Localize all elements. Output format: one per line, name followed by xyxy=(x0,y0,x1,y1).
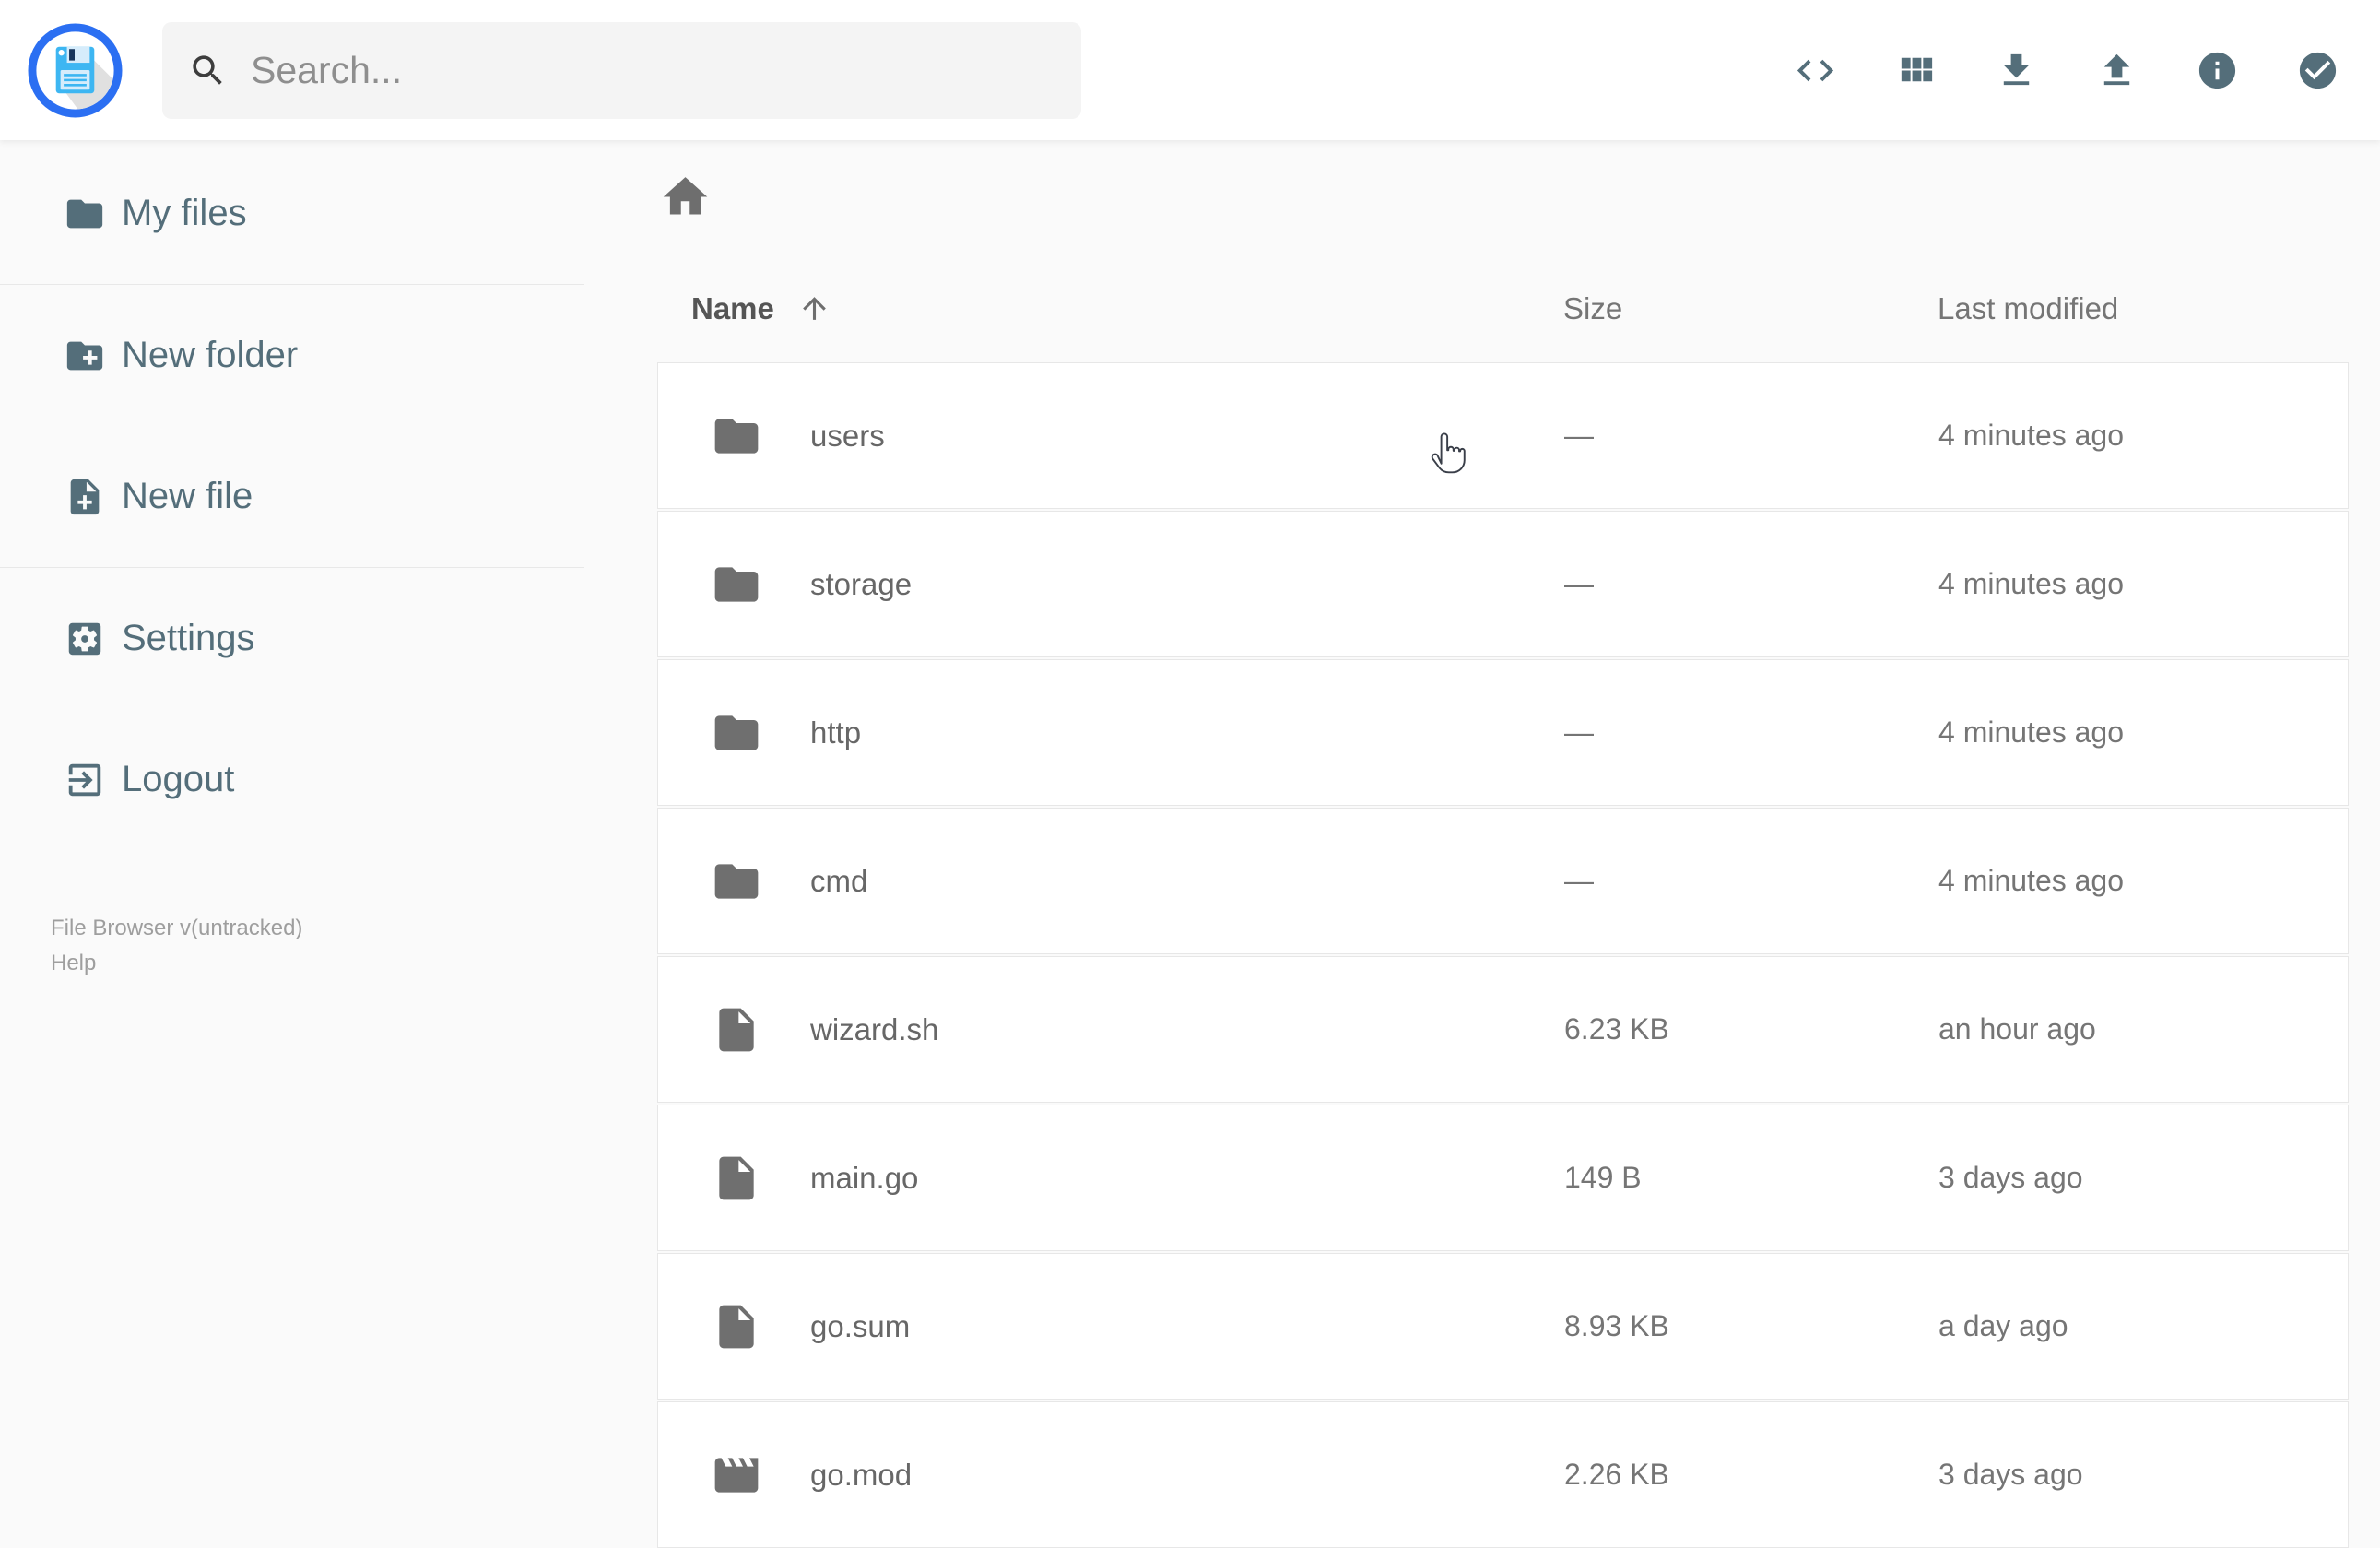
top-bar xyxy=(0,0,2380,140)
folder-icon xyxy=(711,856,762,907)
floppy-disk-logo[interactable] xyxy=(28,22,123,118)
row-size: — xyxy=(1564,419,1594,452)
info-icon[interactable] xyxy=(2196,49,2239,92)
sidebar-item-label: My files xyxy=(122,193,247,233)
home-icon[interactable] xyxy=(659,171,712,223)
folder-icon xyxy=(64,193,106,235)
row-name: storage xyxy=(810,566,913,601)
row-name: go.sum xyxy=(810,1308,911,1343)
folder-icon xyxy=(711,707,762,759)
code-icon[interactable] xyxy=(1794,49,1837,92)
grid-view-icon[interactable] xyxy=(1894,49,1938,92)
row-size: — xyxy=(1564,864,1594,897)
app-version-text: File Browser v(untracked) xyxy=(51,916,303,940)
row-name: users xyxy=(810,418,885,453)
new-folder-icon xyxy=(64,335,106,377)
row-modified: a day ago xyxy=(1938,1309,2068,1342)
table-row[interactable]: go.mod 2.26 KB 3 days ago xyxy=(657,1401,2349,1548)
row-size: — xyxy=(1564,715,1594,749)
table-row[interactable]: cmd — 4 minutes ago xyxy=(657,808,2349,954)
sidebar-item-label: New file xyxy=(122,476,253,516)
settings-icon xyxy=(64,618,106,660)
column-header-name[interactable]: Name xyxy=(657,291,1563,326)
sidebar-item-label: Settings xyxy=(122,618,255,658)
sidebar-item-new-folder[interactable]: New folder xyxy=(0,285,584,426)
folder-icon xyxy=(711,410,762,462)
breadcrumb xyxy=(657,140,2349,254)
row-name: wizard.sh xyxy=(810,1011,939,1046)
folder-icon xyxy=(711,559,762,610)
sidebar-item-new-file[interactable]: New file xyxy=(0,426,584,567)
table-row[interactable]: main.go 149 B 3 days ago xyxy=(657,1105,2349,1251)
toolbar xyxy=(1794,49,2339,92)
row-size: 6.23 KB xyxy=(1564,1012,1669,1046)
row-modified: 4 minutes ago xyxy=(1938,567,2125,600)
sidebar-item-settings[interactable]: Settings xyxy=(0,568,584,709)
listing-header: Name Size Last modified xyxy=(657,254,2349,362)
row-name: main.go xyxy=(810,1160,919,1195)
sidebar-item-logout[interactable]: Logout xyxy=(0,709,584,850)
sidebar-item-label: New folder xyxy=(122,335,299,375)
sort-arrow-up-icon xyxy=(797,291,831,325)
row-modified: 4 minutes ago xyxy=(1938,419,2125,452)
row-name: go.mod xyxy=(810,1457,913,1492)
row-modified: 4 minutes ago xyxy=(1938,715,2125,749)
search-icon xyxy=(188,51,228,90)
file-icon xyxy=(711,1152,762,1204)
download-icon[interactable] xyxy=(1995,49,2038,92)
logout-icon xyxy=(64,759,106,801)
column-header-size[interactable]: Size xyxy=(1563,291,1938,326)
row-size: 8.93 KB xyxy=(1564,1309,1669,1342)
search-bar[interactable] xyxy=(162,21,1081,119)
help-link[interactable]: Help xyxy=(51,946,302,981)
table-row[interactable]: storage — 4 minutes ago xyxy=(657,511,2349,657)
row-modified: 3 days ago xyxy=(1938,1458,2083,1491)
row-name: cmd xyxy=(810,863,868,898)
table-row[interactable]: http — 4 minutes ago xyxy=(657,659,2349,806)
row-modified: 4 minutes ago xyxy=(1938,864,2125,897)
row-size: — xyxy=(1564,567,1594,600)
check-circle-icon[interactable] xyxy=(2296,49,2339,92)
listing: Name Size Last modified users — 4 minute… xyxy=(657,254,2349,1548)
row-modified: an hour ago xyxy=(1938,1012,2096,1046)
row-size: 149 B xyxy=(1564,1161,1642,1194)
table-row[interactable]: users — 4 minutes ago xyxy=(657,362,2349,509)
row-modified: 3 days ago xyxy=(1938,1161,2083,1194)
search-input[interactable] xyxy=(251,48,1055,92)
sidebar-item-label: Logout xyxy=(122,759,235,799)
file-listing-area: Name Size Last modified users — 4 minute… xyxy=(584,140,2380,1548)
sidebar-item-my-files[interactable]: My files xyxy=(0,143,584,284)
column-header-modified[interactable]: Last modified xyxy=(1938,291,2349,326)
file-icon xyxy=(711,1004,762,1056)
row-name: http xyxy=(810,715,862,750)
new-file-icon xyxy=(64,476,106,518)
upload-icon[interactable] xyxy=(2095,49,2138,92)
table-row[interactable]: go.sum 8.93 KB a day ago xyxy=(657,1253,2349,1400)
row-size: 2.26 KB xyxy=(1564,1458,1669,1491)
movie-icon xyxy=(711,1449,762,1501)
sidebar-footer: File Browser v(untracked) Help xyxy=(51,911,302,981)
sidebar: My files New folder New file Settings Lo… xyxy=(0,140,584,1530)
file-icon xyxy=(711,1301,762,1353)
table-row[interactable]: wizard.sh 6.23 KB an hour ago xyxy=(657,956,2349,1103)
